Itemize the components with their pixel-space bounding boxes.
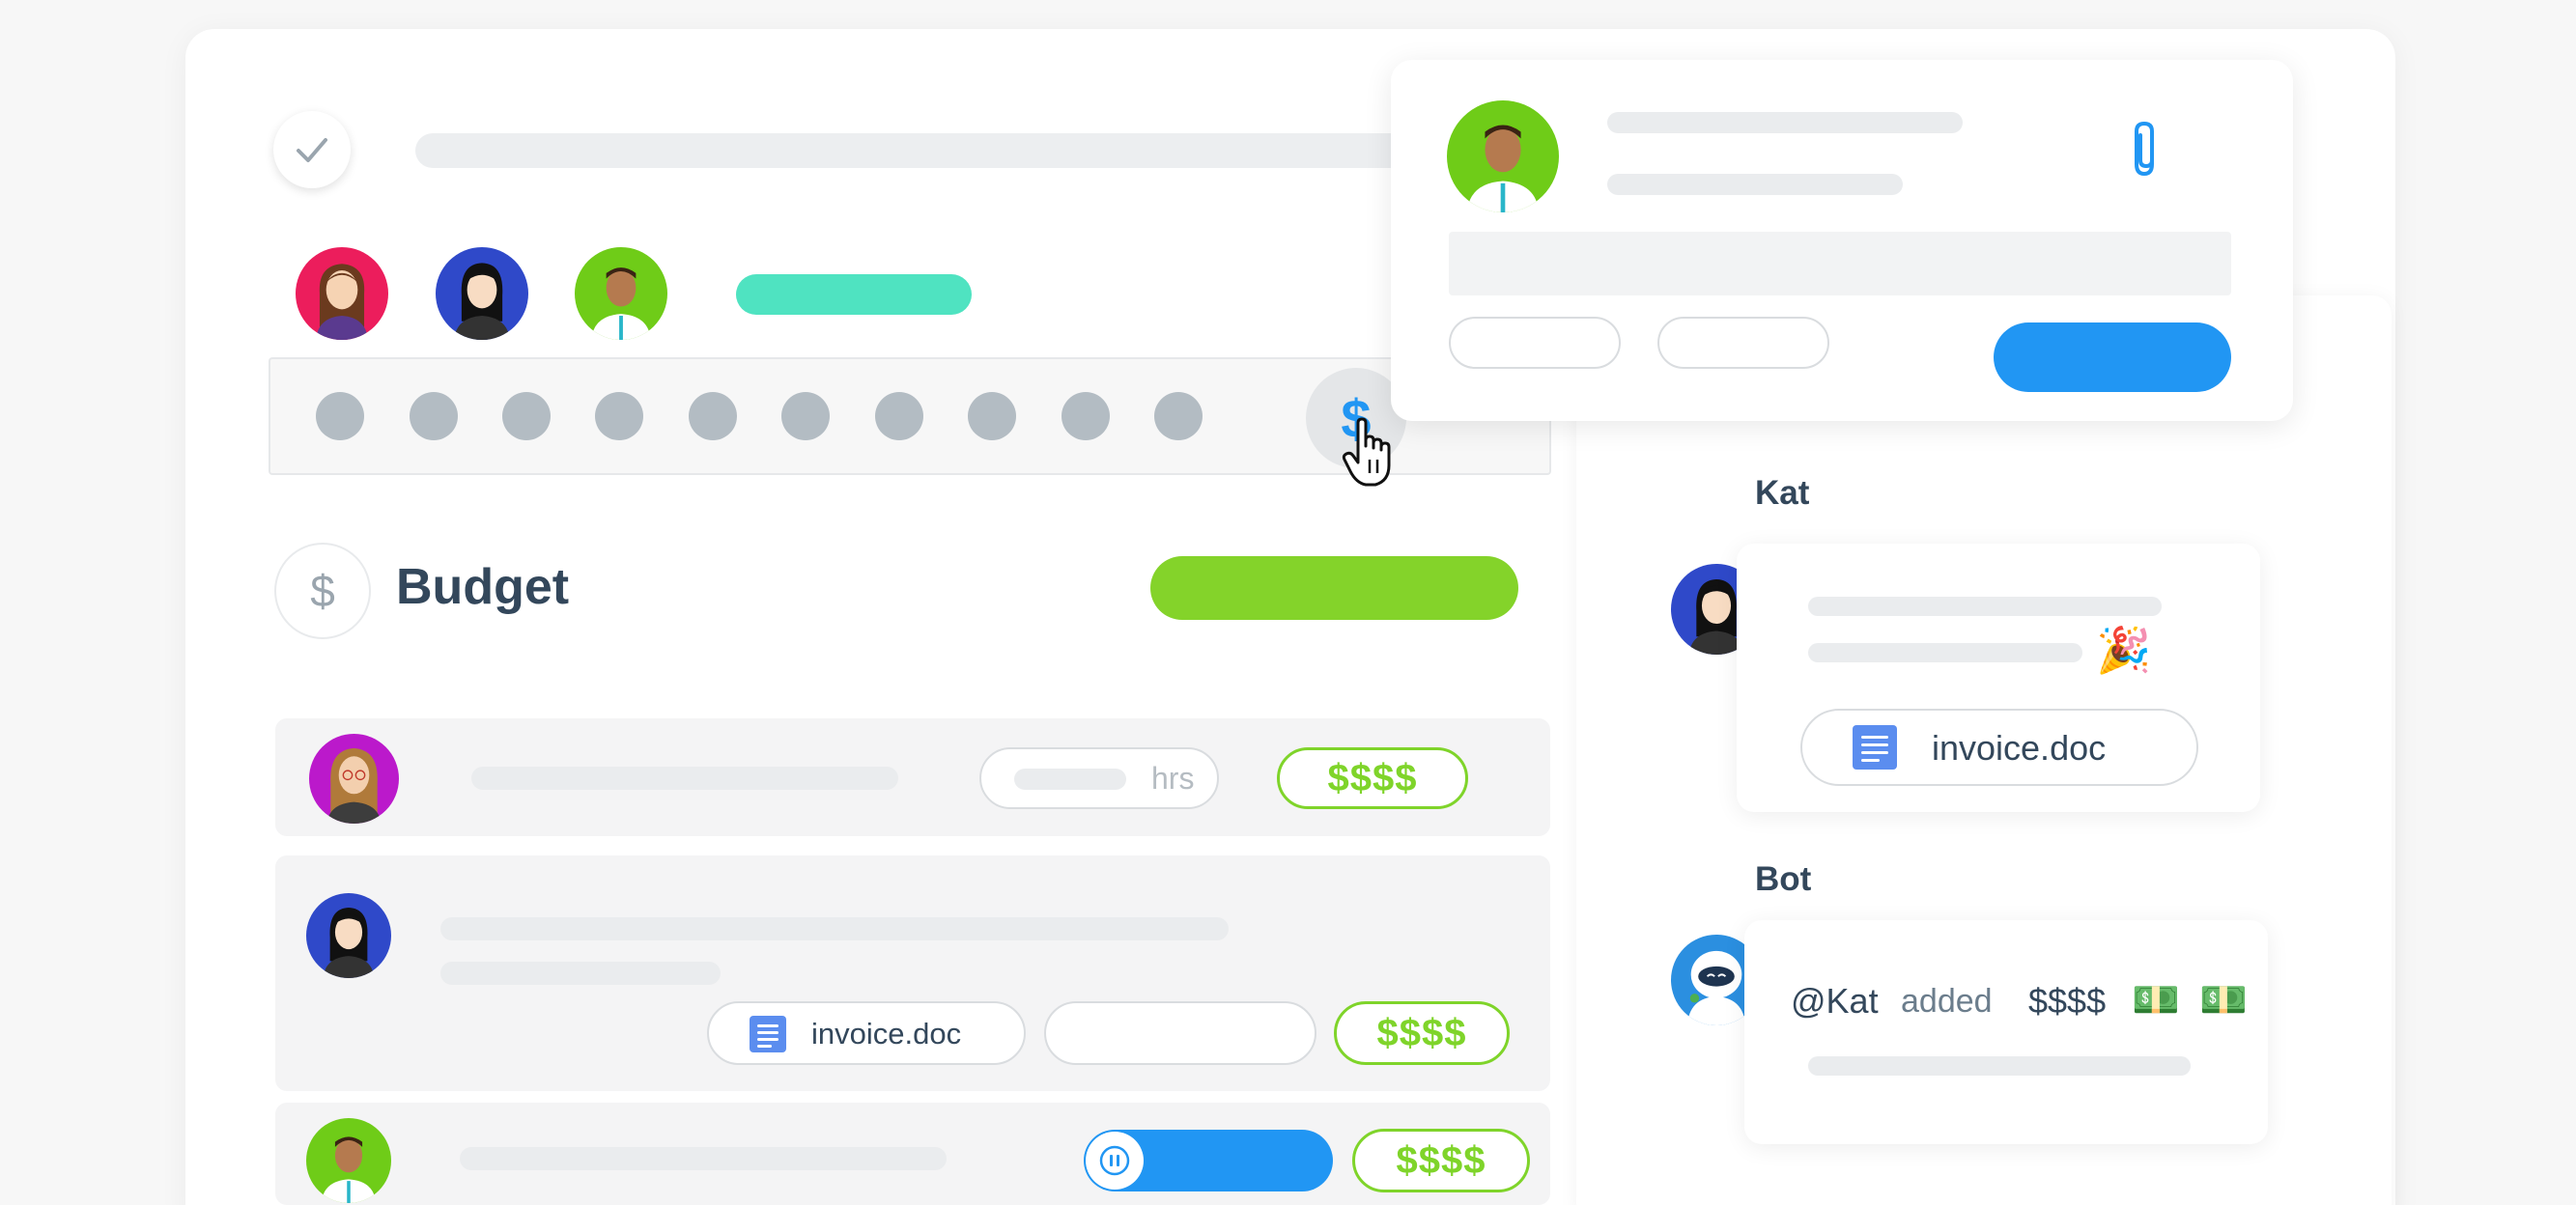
avatar[interactable] <box>436 247 528 340</box>
avatar <box>306 1118 391 1203</box>
option-chip[interactable] <box>1449 317 1621 369</box>
pause-icon <box>1099 1145 1130 1176</box>
message-author: Bot <box>1755 860 1812 898</box>
progress-dot[interactable] <box>595 392 643 440</box>
avatar <box>1447 100 1559 212</box>
row-text-placeholder <box>440 917 1229 940</box>
avatar[interactable] <box>575 247 667 340</box>
mention[interactable]: @Kat <box>1791 981 1879 1022</box>
attachment-name: invoice.doc <box>1932 728 2107 768</box>
message-text-placeholder <box>1808 1056 2191 1076</box>
progress-dot[interactable] <box>316 392 364 440</box>
progress-dot[interactable] <box>968 392 1016 440</box>
budget-icon: $ <box>274 543 371 639</box>
row-text-placeholder <box>471 767 898 790</box>
document-icon <box>1853 725 1897 770</box>
document-icon <box>750 1016 786 1052</box>
row-text-placeholder <box>440 962 721 985</box>
section-title: Budget <box>396 559 570 615</box>
option-chip[interactable] <box>1657 317 1829 369</box>
message-text-placeholder <box>1808 597 2162 616</box>
progress-dot[interactable] <box>875 392 923 440</box>
hours-unit: hrs <box>1151 761 1195 796</box>
amount-badge[interactable]: $$$$ <box>1334 1001 1510 1065</box>
pause-button[interactable] <box>1086 1132 1144 1190</box>
message-bubble <box>1744 920 2268 1144</box>
row-text-placeholder <box>460 1147 947 1170</box>
hand-cursor-icon <box>1342 417 1391 487</box>
complete-task-button[interactable] <box>273 111 351 188</box>
progress-dot[interactable] <box>1062 392 1110 440</box>
comment-meta-placeholder <box>1607 174 1903 195</box>
amount-badge[interactable]: $$$$ <box>1277 747 1468 809</box>
progress-dot[interactable] <box>502 392 551 440</box>
message-author: Kat <box>1755 474 1810 512</box>
progress-dot[interactable] <box>689 392 737 440</box>
task-title-placeholder <box>415 133 1420 168</box>
progress-dot[interactable] <box>410 392 458 440</box>
hours-value-placeholder <box>1014 769 1126 790</box>
post-button[interactable] <box>1994 322 2231 392</box>
party-popper-icon: 🎉 <box>2096 625 2152 675</box>
comment-input[interactable] <box>1449 232 2231 295</box>
check-icon <box>297 138 327 162</box>
money-icon: 💵 <box>2132 979 2180 1022</box>
money-icon: 💵 <box>2199 979 2248 1022</box>
avatar <box>306 893 391 978</box>
attachment-name: invoice.doc <box>811 1017 962 1051</box>
progress-dot[interactable] <box>781 392 830 440</box>
budget-total-bar[interactable] <box>1150 556 1518 620</box>
progress-dot[interactable] <box>1154 392 1203 440</box>
empty-field[interactable] <box>1044 1001 1316 1065</box>
message-text-placeholder <box>1808 643 2082 662</box>
commenter-name-placeholder <box>1607 112 1963 133</box>
status-tag[interactable] <box>736 274 972 315</box>
paperclip-icon[interactable] <box>2123 118 2166 182</box>
amount-badge[interactable]: $$$$ <box>1352 1129 1530 1192</box>
avatar[interactable] <box>296 247 388 340</box>
message-amount: $$$$ <box>2028 981 2107 1021</box>
avatar <box>309 734 399 824</box>
message-verb: added <box>1901 983 1993 1020</box>
